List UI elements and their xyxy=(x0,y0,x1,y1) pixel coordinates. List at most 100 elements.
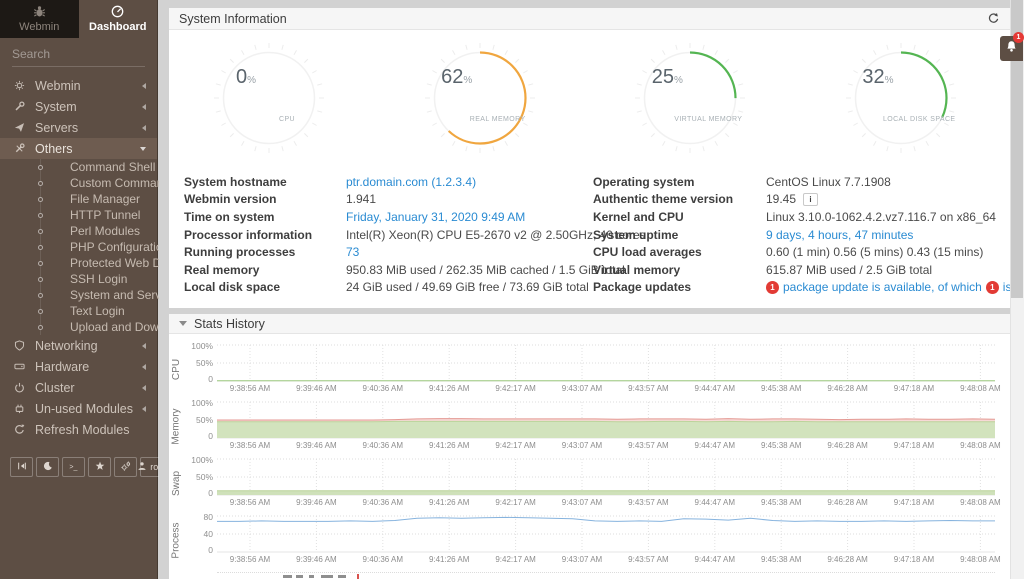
info-label: Operating system xyxy=(593,175,766,189)
info-row-kernel-and-cpu: Kernel and CPULinux 3.10.0-1062.4.2.vz7.… xyxy=(593,208,1024,226)
tab-dashboard[interactable]: Dashboard xyxy=(79,0,158,38)
info-row-webmin-version: Webmin version1.941 xyxy=(184,191,593,209)
x-tick-label: 9:38:56 AM xyxy=(217,384,283,393)
x-axis-labels: 9:38:56 AM9:39:46 AM9:40:36 AM9:41:26 AM… xyxy=(217,554,995,566)
sidebar-item-http-tunnel[interactable]: HTTP Tunnel xyxy=(0,207,157,223)
x-tick-label: 9:43:57 AM xyxy=(615,441,681,450)
tab-webmin[interactable]: Webmin xyxy=(0,0,79,38)
terminal-button[interactable]: >_ xyxy=(62,457,85,477)
wrench-icon xyxy=(14,101,32,112)
info-column-left: System hostnameptr.domain.com (1.2.3.4) W… xyxy=(184,173,593,296)
collapse-button[interactable] xyxy=(10,457,33,477)
sidebar-tabs: Webmin Dashboard xyxy=(0,0,157,38)
chart-axis-title: Process xyxy=(169,515,184,565)
x-tick-label: 9:40:36 AM xyxy=(350,555,416,564)
info-value-link[interactable]: 73 xyxy=(346,245,359,259)
sidebar-item-cluster[interactable]: Cluster xyxy=(0,377,157,398)
info-value-link[interactable]: ptr.domain.com (1.2.3.4) xyxy=(346,175,476,189)
sidebar-item-text-login[interactable]: Text Login xyxy=(0,303,157,319)
x-tick-label: 9:41:26 AM xyxy=(416,498,482,507)
info-row-running-processes: Running processes73 xyxy=(184,243,593,261)
search-input[interactable] xyxy=(12,47,167,61)
scrollbar xyxy=(1010,0,1024,579)
chart-row-memory: Memory100%50%09:38:56 AM9:39:46 AM9:40:3… xyxy=(169,401,996,452)
chevron-left-icon xyxy=(142,125,146,131)
star-button[interactable] xyxy=(88,457,111,477)
x-tick-label: 9:41:26 AM xyxy=(416,441,482,450)
info-value: 1.941 xyxy=(346,192,376,206)
x-tick-label: 9:45:38 AM xyxy=(748,555,814,564)
package-update-link[interactable]: package update is available, of which xyxy=(783,280,982,294)
sidebar-item-refresh-modules[interactable]: Refresh Modules xyxy=(0,419,157,440)
x-tick-label: 9:48:08 AM xyxy=(947,555,1013,564)
info-value-link[interactable]: Friday, January 31, 2020 9:49 AM xyxy=(346,210,525,224)
sidebar-item-custom-commands[interactable]: Custom Commands xyxy=(0,175,157,191)
chart-plot: 9:38:56 AM9:39:46 AM9:40:36 AM9:41:26 AM… xyxy=(217,458,995,509)
x-tick-label: 9:46:28 AM xyxy=(815,441,881,450)
stats-history-header[interactable]: Stats History xyxy=(169,314,1010,334)
bullet-icon xyxy=(38,245,43,250)
sidebar-item-file-manager[interactable]: File Manager xyxy=(0,191,157,207)
x-tick-label: 9:44:47 AM xyxy=(682,384,748,393)
sidebar-menu: WebminSystemServersOthersCommand ShellCu… xyxy=(0,75,157,440)
sidebar-item-php-configuration[interactable]: PHP Configuration xyxy=(0,239,157,255)
x-tick-label: 9:39:46 AM xyxy=(283,384,349,393)
refresh-icon[interactable] xyxy=(987,12,1000,25)
x-tick-label: 9:43:07 AM xyxy=(549,384,615,393)
sidebar-item-servers[interactable]: Servers xyxy=(0,117,157,138)
info-value-link[interactable]: 9 days, 4 hours, 47 minutes xyxy=(766,228,913,242)
sidebar-item-un-used-modules[interactable]: Un-used Modules xyxy=(0,398,157,419)
sidebar-item-hardware[interactable]: Hardware xyxy=(0,356,157,377)
gears-button[interactable] xyxy=(114,457,137,477)
x-tick-label: 9:38:56 AM xyxy=(217,555,283,564)
sidebar-item-system[interactable]: System xyxy=(0,96,157,117)
sidebar-item-others[interactable]: Others xyxy=(0,138,157,159)
x-tick-label: 9:44:47 AM xyxy=(682,555,748,564)
x-tick-label: 9:45:38 AM xyxy=(748,441,814,450)
info-value: 950.83 MiB used / 262.35 MiB cached / 1.… xyxy=(346,263,625,277)
info-value: Friday, January 31, 2020 9:49 AM xyxy=(346,210,525,224)
sidebar-item-upload-and-download[interactable]: Upload and Download xyxy=(0,319,157,335)
sidebar-item-networking[interactable]: Networking xyxy=(0,335,157,356)
bullet-icon xyxy=(38,325,43,330)
x-tick-label: 9:42:17 AM xyxy=(483,555,549,564)
sidebar-item-system-and-server-status[interactable]: System and Server Status xyxy=(0,287,157,303)
sidebar-item-command-shell[interactable]: Command Shell xyxy=(0,159,157,175)
info-row-local-disk-space: Local disk space24 GiB used / 49.69 GiB … xyxy=(184,279,593,297)
gauge-label: LOCAL DISK SPACE xyxy=(883,116,955,123)
bullet-icon xyxy=(38,197,43,202)
notifications-tab[interactable]: 1 xyxy=(1000,36,1023,61)
x-tick-label: 9:46:28 AM xyxy=(815,384,881,393)
info-label: System hostname xyxy=(184,175,346,189)
moon-button[interactable] xyxy=(36,457,59,477)
send-icon xyxy=(14,122,32,133)
info-value: 9 days, 4 hours, 47 minutes xyxy=(766,228,913,242)
info-label: Authentic theme version xyxy=(593,192,766,206)
bullet-icon xyxy=(38,213,43,218)
shield-icon xyxy=(14,340,32,351)
user-icon xyxy=(137,461,147,473)
system-information-panel: System Information 0%CPU62%REAL MEMORY25… xyxy=(169,8,1010,308)
info-column-right: Operating systemCentOS Linux 7.7.1908Aut… xyxy=(593,173,1024,296)
bullet-icon xyxy=(38,293,43,298)
sidebar-item-webmin[interactable]: Webmin xyxy=(0,75,157,96)
chart-row-cpu: CPU100%50%09:38:56 AM9:39:46 AM9:40:36 A… xyxy=(169,344,996,395)
x-axis-labels: 9:38:56 AM9:39:46 AM9:40:36 AM9:41:26 AM… xyxy=(217,383,995,395)
page-title: System Information xyxy=(179,12,287,26)
stats-history-title: Stats History xyxy=(194,317,265,331)
info-label: Package updates xyxy=(593,280,766,294)
info-row-authentic-theme-version: Authentic theme version19.45i xyxy=(593,191,1024,209)
info-label: Time on system xyxy=(184,210,346,224)
info-row-package-updates: Package updates1 package update is availa… xyxy=(593,279,1024,297)
sidebar-item-perl-modules[interactable]: Perl Modules xyxy=(0,223,157,239)
sidebar-item-ssh-login[interactable]: SSH Login xyxy=(0,271,157,287)
info-label: System uptime xyxy=(593,228,766,242)
refresh-icon xyxy=(14,424,32,435)
x-tick-label: 9:45:38 AM xyxy=(748,384,814,393)
x-tick-label: 9:42:17 AM xyxy=(483,498,549,507)
info-value: 24 GiB used / 49.69 GiB free / 73.69 GiB… xyxy=(346,280,589,294)
sidebar-item-protected-web-directories[interactable]: Protected Web Directories xyxy=(0,255,157,271)
info-badge-icon[interactable]: i xyxy=(803,193,818,206)
update-count-badge: 1 xyxy=(766,281,779,294)
x-tick-label: 9:43:57 AM xyxy=(615,384,681,393)
